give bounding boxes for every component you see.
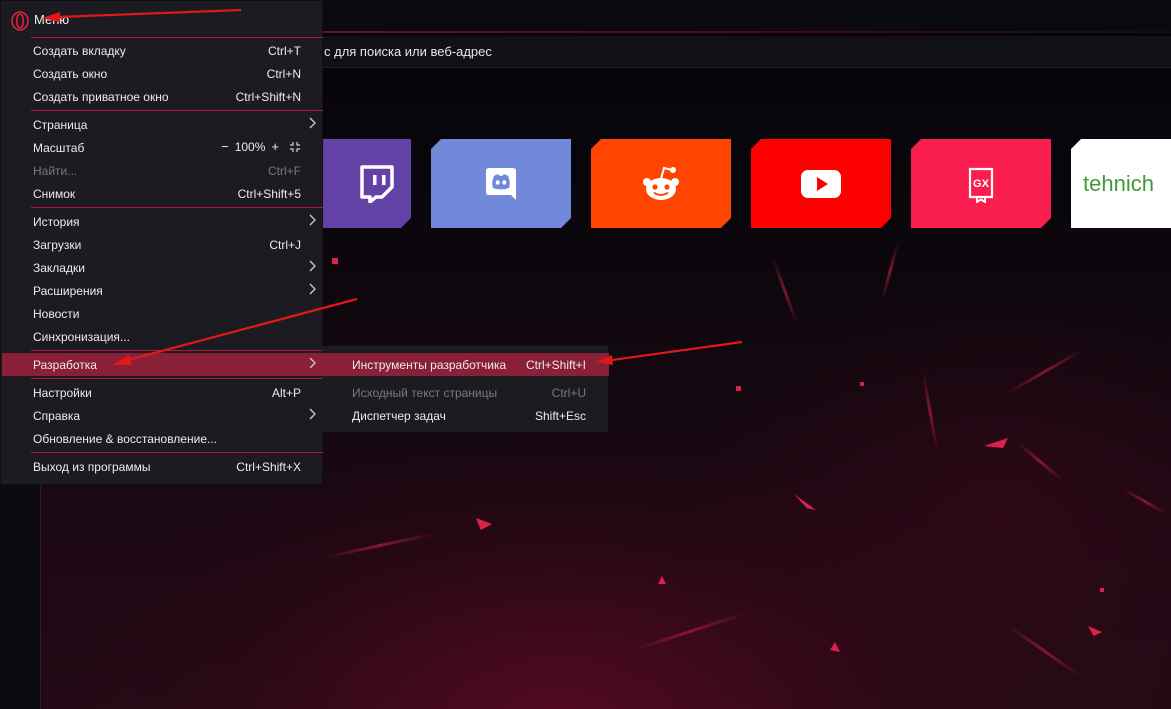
speed-dial-tehnichka[interactable]: tehnich	[1071, 139, 1171, 228]
zoom-value: 100%	[234, 139, 266, 154]
menu-item-label: Создать вкладку	[33, 44, 126, 58]
chevron-right-icon	[309, 408, 316, 420]
menu-title: Меню	[34, 12, 70, 27]
menu-item-development[interactable]: Разработка	[2, 353, 323, 376]
menu-item-label: Обновление & восстановление...	[33, 432, 217, 446]
zoom-control: − 100% +	[221, 139, 301, 154]
twitch-icon	[358, 165, 394, 203]
menu-item-label: Загрузки	[33, 238, 82, 252]
menu-separator	[31, 378, 323, 379]
discord-icon	[484, 166, 518, 202]
submenu-item-task-manager[interactable]: Диспетчер задач Shift+Esc	[322, 404, 609, 427]
menu-item-sync[interactable]: Синхронизация...	[2, 325, 323, 348]
menu-item-new-window[interactable]: Создать окно Ctrl+N	[2, 62, 323, 85]
menu-item-shortcut: Ctrl+T	[268, 44, 301, 58]
menu-item-label: Разработка	[33, 358, 97, 372]
fullscreen-icon[interactable]	[289, 141, 301, 153]
chevron-right-icon	[309, 214, 316, 226]
speed-dial-gx[interactable]: GX	[911, 139, 1051, 228]
menu-item-history[interactable]: История	[2, 210, 323, 233]
menu-item-shortcut: Alt+P	[271, 386, 301, 400]
menu-item-update-recovery[interactable]: Обновление & восстановление...	[2, 427, 323, 450]
chevron-right-icon	[309, 117, 316, 129]
menu-item-bookmarks[interactable]: Закладки	[2, 256, 323, 279]
menu-item-zoom: Масштаб − 100% +	[2, 136, 323, 159]
menu-item-exit[interactable]: Выход из программы Ctrl+Shift+X	[2, 455, 323, 478]
menu-separator	[31, 37, 323, 38]
menu-separator	[31, 207, 323, 208]
submenu-item-label: Диспетчер задач	[352, 409, 446, 423]
menu-item-shortcut: Ctrl+Shift+5	[237, 187, 301, 201]
menu-item-label: Новости	[33, 307, 80, 321]
chevron-right-icon	[309, 357, 316, 369]
development-submenu: Инструменты разработчика Ctrl+Shift+I Ис…	[322, 345, 609, 433]
zoom-out-button[interactable]: −	[221, 139, 229, 154]
menu-item-label: Найти...	[33, 164, 78, 178]
menu-separator	[31, 110, 323, 111]
reddit-icon	[639, 165, 683, 203]
submenu-item-developer-tools[interactable]: Инструменты разработчика Ctrl+Shift+I	[322, 353, 609, 376]
menu-item-extensions[interactable]: Расширения	[2, 279, 323, 302]
menu-item-help[interactable]: Справка	[2, 404, 323, 427]
main-menu: Меню Создать вкладку Ctrl+T Создать окно…	[0, 0, 323, 485]
menu-item-label: Создать приватное окно	[33, 90, 169, 104]
menu-item-settings[interactable]: Настройки Alt+P	[2, 381, 323, 404]
svg-text:GX: GX	[973, 178, 990, 190]
menu-item-shortcut: Ctrl+Shift+X	[236, 460, 301, 474]
menu-item-label: Страница	[33, 118, 88, 132]
menu-item-snapshot[interactable]: Снимок Ctrl+Shift+5	[2, 182, 323, 205]
gx-icon: GX	[966, 165, 996, 203]
speed-dial-discord[interactable]	[431, 139, 571, 228]
menu-item-page[interactable]: Страница	[2, 113, 323, 136]
menu-item-label: Закладки	[33, 261, 85, 275]
tehnichka-label: tehnich	[1083, 171, 1154, 196]
menu-header[interactable]: Меню	[1, 1, 324, 37]
menu-item-find[interactable]: Найти... Ctrl+F	[2, 159, 323, 182]
tab-bar-accent	[323, 31, 1171, 33]
menu-item-label: Масштаб	[33, 141, 85, 155]
menu-item-shortcut: Ctrl+N	[266, 67, 301, 81]
menu-separator	[31, 452, 323, 453]
submenu-item-shortcut: Shift+Esc	[534, 409, 586, 423]
chevron-right-icon	[309, 260, 316, 272]
submenu-item-view-source[interactable]: Исходный текст страницы Ctrl+U	[322, 381, 609, 404]
menu-item-label: Расширения	[33, 284, 103, 298]
menu-item-shortcut: Ctrl+F	[268, 164, 301, 178]
menu-item-label: Настройки	[33, 386, 92, 400]
menu-item-label: История	[33, 215, 80, 229]
zoom-in-button[interactable]: +	[271, 139, 279, 154]
speed-dial-reddit[interactable]	[591, 139, 731, 228]
menu-separator	[31, 350, 323, 351]
menu-item-label: Создать окно	[33, 67, 108, 81]
menu-item-label: Выход из программы	[33, 460, 151, 474]
submenu-item-label: Исходный текст страницы	[352, 386, 498, 400]
submenu-item-label: Инструменты разработчика	[352, 358, 507, 372]
menu-item-downloads[interactable]: Загрузки Ctrl+J	[2, 233, 323, 256]
opera-logo-icon	[11, 11, 29, 31]
menu-item-label: Снимок	[33, 187, 76, 201]
menu-item-new-tab[interactable]: Создать вкладку Ctrl+T	[2, 39, 323, 62]
submenu-item-shortcut: Ctrl+U	[551, 386, 586, 400]
menu-item-shortcut: Ctrl+Shift+N	[235, 90, 301, 104]
menu-item-label: Синхронизация...	[33, 330, 130, 344]
submenu-item-shortcut: Ctrl+Shift+I	[525, 358, 586, 372]
menu-item-news[interactable]: Новости	[2, 302, 323, 325]
speed-dial-youtube[interactable]	[751, 139, 891, 228]
menu-item-shortcut: Ctrl+J	[269, 238, 301, 252]
chevron-right-icon	[309, 283, 316, 295]
menu-item-label: Справка	[33, 409, 81, 423]
youtube-icon	[800, 169, 842, 199]
address-input[interactable]	[321, 36, 1021, 68]
menu-item-new-private-window[interactable]: Создать приватное окно Ctrl+Shift+N	[2, 85, 323, 108]
